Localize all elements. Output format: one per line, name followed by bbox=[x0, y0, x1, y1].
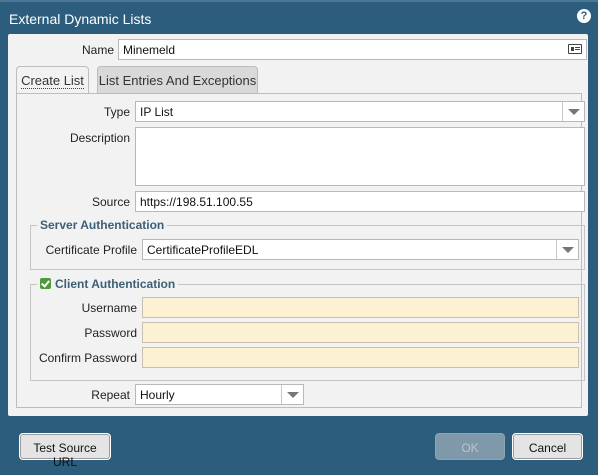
password-label: Password bbox=[84, 326, 137, 340]
repeat-value: Hourly bbox=[140, 388, 175, 402]
chevron-down-icon[interactable] bbox=[281, 385, 303, 404]
server-authentication-group: Server Authentication Certificate Profil… bbox=[30, 218, 585, 270]
password-input[interactable] bbox=[142, 322, 579, 343]
client-authentication-label: Client Authentication bbox=[55, 277, 176, 291]
description-label: Description bbox=[69, 131, 130, 145]
ok-button[interactable]: OK bbox=[435, 433, 505, 460]
dialog-title: External Dynamic Lists bbox=[9, 11, 152, 27]
repeat-label: Repeat bbox=[91, 388, 130, 402]
source-input[interactable]: https://198.51.100.55 bbox=[135, 191, 585, 212]
repeat-select[interactable]: Hourly bbox=[135, 384, 304, 405]
username-input[interactable] bbox=[142, 297, 579, 318]
name-label: Name bbox=[81, 43, 114, 57]
chevron-down-icon[interactable] bbox=[556, 240, 578, 259]
type-select[interactable]: IP List bbox=[135, 101, 585, 122]
help-icon[interactable]: ? bbox=[577, 9, 591, 23]
create-list-content: Type IP List Description Source https://… bbox=[16, 93, 585, 408]
certificate-profile-value: CertificateProfileEDL bbox=[147, 243, 259, 257]
type-value: IP List bbox=[140, 105, 174, 119]
source-label: Source bbox=[91, 195, 130, 209]
client-authentication-checkbox[interactable] bbox=[40, 278, 51, 289]
certificate-profile-select[interactable]: CertificateProfileEDL bbox=[142, 239, 579, 260]
type-label: Type bbox=[103, 105, 130, 119]
client-authentication-title: Client Authentication bbox=[37, 277, 179, 291]
client-authentication-group: Client Authentication Username Password … bbox=[30, 277, 585, 381]
test-source-url-button[interactable]: Test Source URL bbox=[19, 433, 111, 469]
cancel-button[interactable]: Cancel bbox=[512, 433, 583, 460]
name-input[interactable]: Minemeld bbox=[118, 39, 587, 60]
tab-list-entries-label: List Entries And Exceptions bbox=[98, 73, 257, 88]
description-textarea[interactable] bbox=[135, 127, 585, 186]
tab-create-list[interactable]: Create List bbox=[16, 66, 89, 93]
title-bar: External Dynamic Lists ? bbox=[0, 0, 598, 34]
tab-list-entries-and-exceptions[interactable]: List Entries And Exceptions bbox=[97, 66, 258, 93]
tab-create-list-label: Create List bbox=[21, 73, 84, 89]
name-value: Minemeld bbox=[123, 43, 176, 57]
chevron-down-icon[interactable] bbox=[562, 102, 584, 121]
id-card-icon[interactable] bbox=[568, 44, 582, 54]
certificate-profile-label: Certificate Profile bbox=[45, 243, 137, 257]
confirm-password-input[interactable] bbox=[142, 347, 579, 368]
dialog-panel: Name Minemeld Create List List Entries A… bbox=[8, 34, 588, 416]
external-dynamic-lists-dialog: External Dynamic Lists ? Name Minemeld C… bbox=[0, 0, 598, 475]
server-authentication-title: Server Authentication bbox=[37, 218, 168, 232]
source-value: https://198.51.100.55 bbox=[140, 195, 253, 209]
username-label: Username bbox=[81, 301, 137, 315]
confirm-password-label: Confirm Password bbox=[38, 351, 137, 365]
